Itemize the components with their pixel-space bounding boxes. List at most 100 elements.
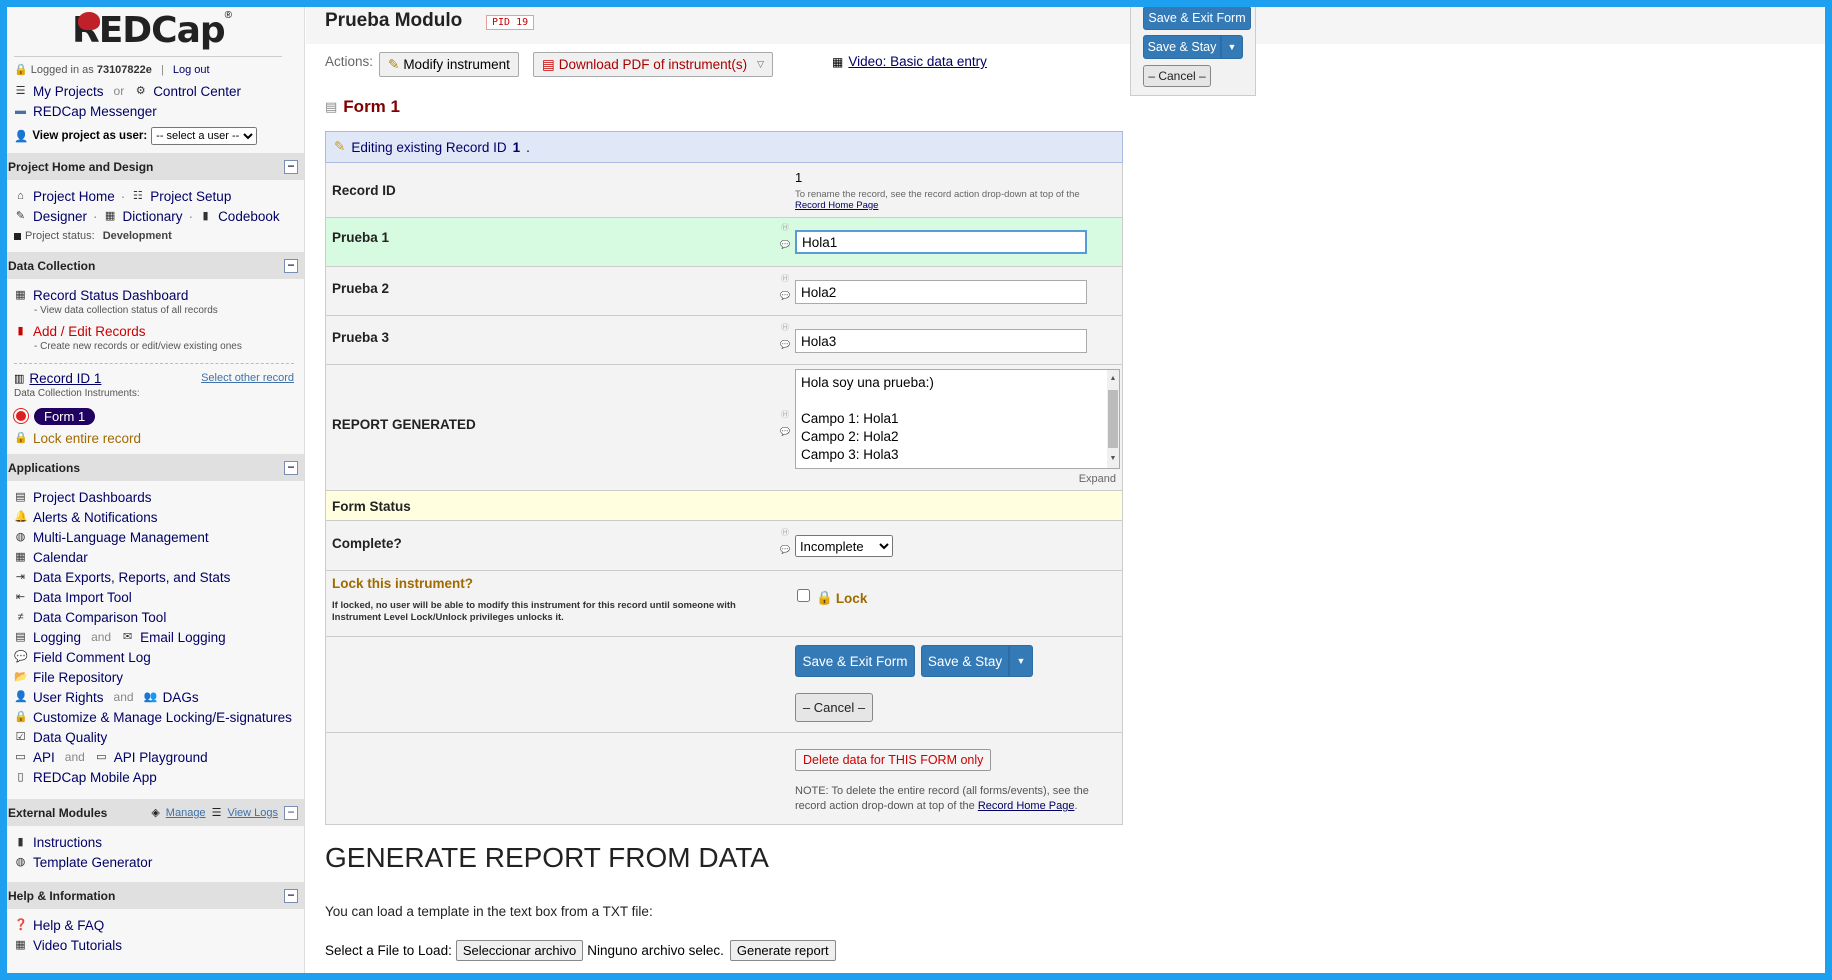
project-home-link[interactable]: Project Home <box>33 189 115 204</box>
collapse-icon[interactable]: − <box>284 159 298 174</box>
float-cancel-button[interactable]: – Cancel – <box>1143 65 1211 87</box>
status-red-icon[interactable] <box>14 409 28 423</box>
delete-form-data-button[interactable]: Delete data for THIS FORM only <box>795 749 992 771</box>
comment-icon[interactable]: 💬 <box>779 240 791 249</box>
expand-link[interactable]: Expand <box>1079 473 1116 485</box>
history-icon[interactable]: Ⓗ <box>779 222 791 233</box>
float-save-stay-button[interactable]: Save & Stay <box>1143 35 1221 59</box>
app-link-field-comment-log[interactable]: 💬 Field Comment Log <box>0 647 304 667</box>
view-as-select[interactable]: -- select a user -- <box>151 127 258 145</box>
not-equal-icon: ≠ <box>17 610 24 623</box>
video-basic-data-entry-link[interactable]: Video: Basic data entry <box>848 54 987 69</box>
textarea-scrollbar[interactable]: ▲ ▼ <box>1107 370 1119 468</box>
complete-select[interactable]: Incomplete <box>795 535 893 557</box>
api-playground-link[interactable]: API Playground <box>114 750 208 765</box>
app-link-data-comparison[interactable]: ≠ Data Comparison Tool <box>0 607 304 627</box>
log-icon: ▤ <box>15 630 26 643</box>
prueba-1-input[interactable]: Hola1 <box>795 230 1087 254</box>
app-link-data-quality[interactable]: ☑ Data Quality <box>0 727 304 747</box>
logging-link[interactable]: Logging <box>33 630 81 645</box>
save-exit-button[interactable]: Save & Exit Form <box>795 645 915 677</box>
add-edit-records-link[interactable]: ▮ Add / Edit Records <box>0 321 304 341</box>
app-link-multi-language[interactable]: ◍ Multi-Language Management <box>0 527 304 547</box>
codebook-link[interactable]: Codebook <box>218 209 280 224</box>
row-delete: Delete data for THIS FORM only NOTE: To … <box>325 733 1123 825</box>
history-icon[interactable]: Ⓗ <box>779 409 791 420</box>
cancel-button[interactable]: – Cancel – <box>795 693 873 722</box>
email-logging-link[interactable]: Email Logging <box>140 630 226 645</box>
download-pdf-button[interactable]: ▤ Download PDF of instrument(s) ▽ <box>533 52 774 77</box>
user-rights-link[interactable]: User Rights <box>33 690 104 705</box>
collapse-icon[interactable]: − <box>284 805 298 820</box>
history-icon[interactable]: Ⓗ <box>779 527 791 538</box>
external-link-instructions[interactable]: ▮ Instructions <box>0 832 304 852</box>
file-load-row: Select a File to Load: Seleccionar archi… <box>325 940 836 961</box>
form1-row: Form 1 <box>0 404 304 428</box>
external-link-template-generator[interactable]: ◍ Template Generator <box>0 852 304 872</box>
record-status-dashboard-link[interactable]: ▦ Record Status Dashboard <box>0 285 304 305</box>
user-icon: 👤 <box>14 131 29 143</box>
view-logs-link[interactable]: View Logs <box>227 807 278 819</box>
app-link-file-repository[interactable]: 📂 File Repository <box>0 667 304 687</box>
float-save-exit-button[interactable]: Save & Exit Form <box>1143 6 1251 30</box>
rename-note: To rename the record, see the record act… <box>795 189 1080 211</box>
form-icon: ▤ <box>325 99 338 114</box>
control-center-link[interactable]: Control Center <box>153 84 241 99</box>
my-projects-link[interactable]: My Projects <box>33 84 104 99</box>
designer-link[interactable]: Designer <box>33 209 87 224</box>
actions-label: Actions: <box>325 54 374 69</box>
app-link-data-exports[interactable]: ⇥ Data Exports, Reports, and Stats <box>0 567 304 587</box>
top-bar <box>306 0 1832 44</box>
project-setup-link[interactable]: Project Setup <box>150 189 231 204</box>
record-home-page-link[interactable]: Record Home Page <box>978 800 1075 812</box>
report-textarea[interactable]: Hola soy una prueba:) Campo 1: Hola1 Cam… <box>795 369 1120 469</box>
floating-save-panel: Save & Exit Form Save & Stay ▼ – Cancel … <box>1130 0 1256 96</box>
comment-icon[interactable]: 💬 <box>779 291 791 300</box>
float-save-dropdown-icon[interactable]: ▼ <box>1221 35 1243 59</box>
choose-file-button[interactable]: Seleccionar archivo <box>455 940 584 961</box>
record-home-link[interactable]: Record Home Page <box>795 200 878 211</box>
logout-link[interactable]: Log out <box>173 64 210 76</box>
help-link-video-tutorials[interactable]: ▦ Video Tutorials <box>0 935 304 955</box>
save-stay-button[interactable]: Save & Stay <box>921 645 1009 677</box>
delete-note: NOTE: To delete the entire record (all f… <box>795 785 1089 812</box>
save-dropdown-icon[interactable]: ▼ <box>1009 645 1033 677</box>
comment-icon[interactable]: 💬 <box>779 340 791 349</box>
lock-checkbox[interactable] <box>797 589 810 602</box>
comment-icon[interactable]: 💬 <box>779 545 791 554</box>
lock-label: 🔒 Lock <box>816 590 868 606</box>
redcap-logo[interactable]: REDCap ® <box>0 0 304 56</box>
messenger-link[interactable]: ▬ REDCap Messenger <box>0 101 304 121</box>
comments-icon: 💬 <box>14 650 28 663</box>
app-link-locking[interactable]: 🔒 Customize & Manage Locking/E-signatures <box>0 707 304 727</box>
collapse-icon[interactable]: − <box>284 258 298 273</box>
dictionary-link[interactable]: Dictionary <box>123 209 183 224</box>
app-link-mobile-app[interactable]: ▯ REDCap Mobile App <box>0 767 304 787</box>
collapse-icon[interactable]: − <box>284 888 298 903</box>
manage-modules-link[interactable]: Manage <box>166 807 206 819</box>
film-icon: ▦ <box>832 54 844 69</box>
select-other-record-link[interactable]: Select other record <box>201 372 294 384</box>
app-link-calendar[interactable]: ▦ Calendar <box>0 547 304 567</box>
app-link-data-import[interactable]: ⇤ Data Import Tool <box>0 587 304 607</box>
modify-instrument-button[interactable]: ✎ Modify instrument <box>379 52 519 77</box>
help-link-faq[interactable]: ❓ Help & FAQ <box>0 915 304 935</box>
prueba-2-input[interactable]: Hola2 <box>795 280 1087 304</box>
history-icon[interactable]: Ⓗ <box>779 322 791 333</box>
prueba-3-input[interactable]: Hola3 <box>795 329 1087 353</box>
lock-icon: 🔒 <box>816 590 833 605</box>
section-header-applications: Applications − <box>0 454 304 481</box>
form1-pill[interactable]: Form 1 <box>34 407 96 425</box>
comment-icon[interactable]: 💬 <box>779 427 791 436</box>
generate-report-button[interactable]: Generate report <box>729 940 836 961</box>
history-icon[interactable]: Ⓗ <box>779 273 791 284</box>
api-link[interactable]: API <box>33 750 55 765</box>
app-link-alerts[interactable]: 🔔 Alerts & Notifications <box>0 507 304 527</box>
record-id-link[interactable]: Record ID 1 <box>29 371 101 386</box>
app-link-project-dashboards[interactable]: ▤ Project Dashboards <box>0 487 304 507</box>
collapse-icon[interactable]: − <box>284 460 298 475</box>
checklist-icon: ☷ <box>132 189 143 202</box>
dags-link[interactable]: DAGs <box>163 690 199 705</box>
grid-icon: ▦ <box>15 288 26 301</box>
lock-entire-record-link[interactable]: 🔒 Lock entire record <box>0 428 304 448</box>
